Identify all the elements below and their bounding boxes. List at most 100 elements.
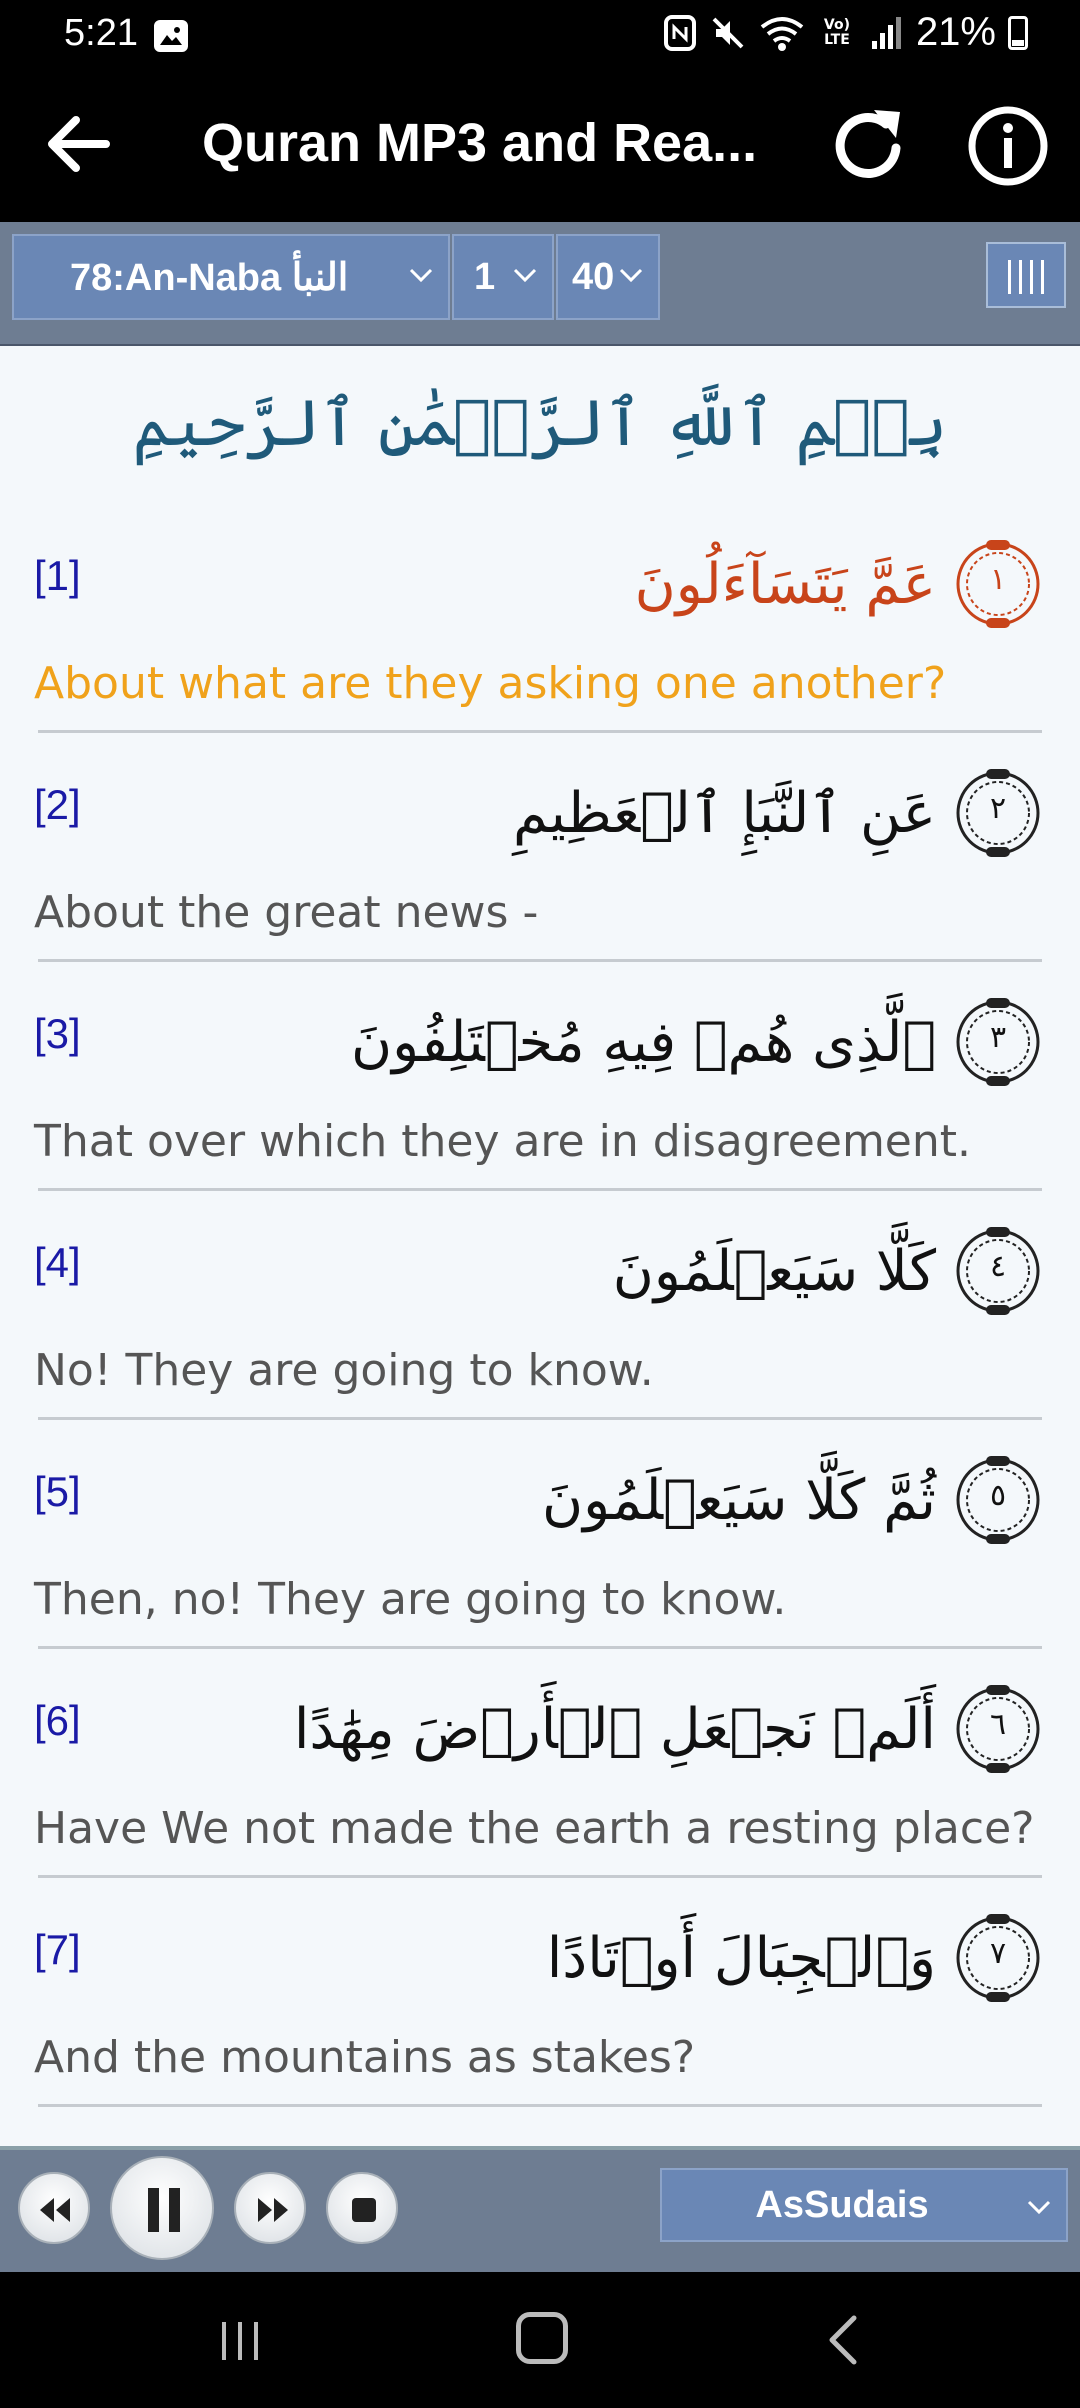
signal-icon xyxy=(871,16,901,49)
app-bar: Quran MP3 and Rea... xyxy=(0,72,1080,222)
chevron-down-icon xyxy=(513,268,537,283)
verse-number[interactable]: [1] xyxy=(34,552,81,600)
info-icon[interactable] xyxy=(966,104,1050,188)
verse-divider xyxy=(38,1417,1042,1420)
nfc-icon xyxy=(663,14,696,51)
verse-arabic: ٱلَّذِى هُمۡ فِيهِ مُخۡتَلِفُونَ ٣ xyxy=(351,994,1046,1090)
verse-translation: About the great news - xyxy=(34,887,539,938)
verse-translation: And the mountains as stakes? xyxy=(34,2032,696,2083)
ayah-from-value: 1 xyxy=(474,255,496,298)
verse-number[interactable]: [3] xyxy=(34,1010,81,1058)
verse-item[interactable]: [1] عَمَّ يَتَسَآءَلُونَ ١ About what are t… xyxy=(0,540,1080,770)
verse-arabic-text: أَلَمۡ نَجۡعَلِ ٱلۡأَرۡضَ مِهَٰدًا xyxy=(293,1696,936,1762)
fast-forward-icon xyxy=(258,2198,288,2222)
ayah-marker-number: ٥ xyxy=(989,1478,1007,1513)
status-time: 5:21 xyxy=(64,12,138,54)
ayah-marker-number: ٤ xyxy=(989,1249,1007,1284)
verse-divider xyxy=(38,1875,1042,1878)
bismillah: بِسۡمِ ٱللَّهِ ٱلرَّحۡمَٰنِ ٱلرَّحِيمِ xyxy=(132,387,948,461)
rewind-button[interactable] xyxy=(18,2172,90,2244)
pause-button[interactable] xyxy=(110,2156,214,2260)
verse-arabic-text: ثُمَّ كَلَّا سَيَعۡلَمُونَ xyxy=(542,1467,936,1533)
verse-arabic-text: ٱلَّذِى هُمۡ فِيهِ مُخۡتَلِفُونَ xyxy=(351,1009,936,1075)
verse-item[interactable]: [7] وَٱلۡجِبَالَ أَوۡتَادًا ٧ And the mount… xyxy=(0,1914,1080,2144)
verse-translation: No! They are going to know. xyxy=(34,1345,654,1396)
home-icon[interactable] xyxy=(516,2312,568,2364)
verse-arabic: أَلَمۡ نَجۡعَلِ ٱلۡأَرۡضَ مِهَٰدًا ٦ xyxy=(294,1681,1046,1777)
ayah-end-marker-icon: ٤ xyxy=(950,1223,1046,1319)
verse-arabic-text: وَٱلۡجِبَالَ أَوۡتَادًا xyxy=(546,1925,936,1991)
reciter-select-value: AsSudais xyxy=(755,2184,929,2226)
verse-item[interactable]: [6] أَلَمۡ نَجۡعَلِ ٱلۡأَرۡضَ مِهَٰدًا ٦ Ha… xyxy=(0,1685,1080,1915)
verse-number[interactable]: [6] xyxy=(34,1697,81,1745)
verse-item[interactable]: [3] ٱلَّذِى هُمۡ فِيهِ مُخۡتَلِفُونَ ٣ That… xyxy=(0,998,1080,1228)
ayah-end-marker-icon: ٧ xyxy=(950,1910,1046,2006)
verse-number[interactable]: [7] xyxy=(34,1926,81,1974)
verse-arabic: كَلَّا سَيَعۡلَمُونَ ٤ xyxy=(613,1223,1046,1319)
ayah-end-marker-icon: ٥ xyxy=(950,1452,1046,1548)
verse-divider xyxy=(38,2104,1042,2107)
verse-arabic: عَمَّ يَتَسَآءَلُونَ ١ xyxy=(635,536,1046,632)
verse-divider xyxy=(38,959,1042,962)
verse-list[interactable]: بِسۡمِ ٱللَّهِ ٱلرَّحۡمَٰنِ ٱلرَّحِيمِ [… xyxy=(0,346,1080,2146)
nav-back-icon[interactable] xyxy=(822,2312,862,2368)
verse-divider xyxy=(38,1646,1042,1649)
verse-arabic: ثُمَّ كَلَّا سَيَعۡلَمُونَ ٥ xyxy=(542,1452,1046,1548)
verse-translation: About what are they asking one another? xyxy=(34,658,947,709)
app-title: Quran MP3 and Rea... xyxy=(202,113,758,173)
ayah-marker-number: ٦ xyxy=(989,1707,1007,1742)
mute-icon xyxy=(712,17,744,48)
verse-arabic-text: عَنِ ٱلنَّبَإِ ٱلۡعَظِيمِ xyxy=(513,780,936,846)
verse-arabic-text: كَلَّا سَيَعۡلَمُونَ xyxy=(612,1238,936,1304)
verse-number[interactable]: [2] xyxy=(34,781,81,829)
rewind-icon xyxy=(40,2198,70,2222)
surah-select[interactable]: 78:An-Naba النبأ xyxy=(12,234,450,320)
wifi-icon xyxy=(760,16,804,51)
battery-icon xyxy=(1008,15,1028,50)
chevron-down-icon xyxy=(619,268,643,283)
chevron-down-icon xyxy=(409,268,433,283)
gallery-notification-icon xyxy=(154,20,188,52)
verse-arabic-text: عَمَّ يَتَسَآءَلُونَ xyxy=(634,551,936,617)
ayah-end-marker-icon: ٢ xyxy=(950,765,1046,861)
stop-button[interactable] xyxy=(326,2172,398,2244)
verse-translation: Have We not made the earth a resting pla… xyxy=(34,1803,1035,1854)
arrow-left-icon[interactable] xyxy=(40,104,120,184)
ayah-end-marker-icon: ٦ xyxy=(950,1681,1046,1777)
ayah-to-value: 40 xyxy=(572,255,615,298)
volte-label: Vo) LTE xyxy=(823,16,850,48)
status-bar: 5:21 Vo) LTE 21% xyxy=(0,0,1080,72)
verse-number[interactable]: [5] xyxy=(34,1468,81,1516)
toolbar: 78:An-Naba النبأ 1 40 xyxy=(0,222,1080,346)
ayah-marker-number: ٢ xyxy=(989,791,1007,826)
ayah-marker-number: ١ xyxy=(989,562,1007,597)
verse-item[interactable]: [2] عَنِ ٱلنَّبَإِ ٱلۡعَظِيمِ ٢ About the g… xyxy=(0,769,1080,999)
recents-icon[interactable] xyxy=(216,2316,266,2366)
battery-percent: 21% xyxy=(915,10,996,54)
stop-icon xyxy=(352,2198,376,2222)
system-nav-bar xyxy=(0,2272,1080,2408)
audio-player: AsSudais xyxy=(0,2146,1080,2272)
ayah-marker-number: ٣ xyxy=(989,1020,1007,1055)
ayah-end-marker-icon: ٣ xyxy=(950,994,1046,1090)
verse-item[interactable]: [5] ثُمَّ كَلَّا سَيَعۡلَمُونَ ٥ Then, no! … xyxy=(0,1456,1080,1686)
verse-item[interactable]: [4] كَلَّا سَيَعۡلَمُونَ ٤ No! They are goi… xyxy=(0,1227,1080,1457)
fast-forward-button[interactable] xyxy=(234,2172,306,2244)
verse-translation: Then, no! They are going to know. xyxy=(34,1574,787,1625)
columns-menu-icon[interactable] xyxy=(986,242,1066,308)
refresh-icon[interactable] xyxy=(826,102,912,188)
status-icons: Vo) LTE 21% xyxy=(662,10,1028,55)
surah-select-value: 78:An-Naba النبأ xyxy=(70,256,349,299)
ayah-to-select[interactable]: 40 xyxy=(556,234,660,320)
chevron-down-icon xyxy=(1027,2200,1051,2215)
pause-icon xyxy=(148,2188,180,2232)
verse-number[interactable]: [4] xyxy=(34,1239,81,1287)
verse-arabic: عَنِ ٱلنَّبَإِ ٱلۡعَظِيمِ ٢ xyxy=(513,765,1046,861)
verse-divider xyxy=(38,1188,1042,1191)
verse-arabic: وَٱلۡجِبَالَ أَوۡتَادًا ٧ xyxy=(547,1910,1046,2006)
ayah-end-marker-icon: ١ xyxy=(950,536,1046,632)
ayah-from-select[interactable]: 1 xyxy=(452,234,554,320)
reciter-select[interactable]: AsSudais xyxy=(660,2168,1068,2242)
ayah-marker-number: ٧ xyxy=(989,1936,1007,1971)
verse-divider xyxy=(38,730,1042,733)
